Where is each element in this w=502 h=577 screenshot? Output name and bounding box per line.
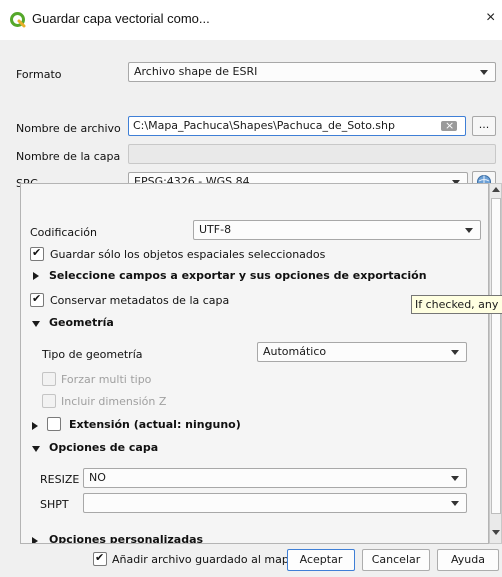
accept-button[interactable]: Aceptar [287, 549, 355, 571]
keep-metadata-checkbox[interactable] [30, 292, 44, 307]
geometry-section[interactable]: Geometría [49, 316, 114, 329]
extent-checkbox[interactable] [47, 417, 61, 431]
layer-options-section[interactable]: Opciones de capa [49, 441, 158, 454]
chevron-down-icon [465, 228, 473, 233]
geometry-type-value: Automático [263, 345, 327, 358]
browse-button[interactable]: ... [472, 116, 496, 136]
include-z-checkbox[interactable] [42, 394, 56, 408]
resize-select[interactable]: NO [83, 468, 467, 488]
shpt-label: SHPT [40, 498, 69, 511]
filename-value: C:\Mapa_Pachuca\Shapes\Pachuca_de_Soto.s… [133, 119, 395, 132]
filename-label: Nombre de archivo [16, 122, 121, 135]
scroll-up-icon[interactable] [492, 187, 500, 192]
scrollbar[interactable] [489, 183, 502, 544]
dialog-footer: Añadir archivo guardado al mapa Aceptar … [0, 544, 502, 577]
custom-options-section[interactable]: Opciones personalizadas [49, 533, 203, 543]
add-to-map-checkbox[interactable] [93, 551, 107, 566]
format-select[interactable]: Archivo shape de ESRI [128, 62, 496, 82]
force-multi-label: Forzar multi tipo [61, 373, 152, 386]
resize-label: RESIZE [40, 473, 80, 486]
encoding-value: UTF-8 [199, 223, 232, 236]
chevron-down-icon [451, 350, 459, 355]
title-bar: Guardar capa vectorial como... × [0, 0, 502, 40]
encoding-select[interactable]: UTF-8 [193, 220, 481, 240]
cancel-button[interactable]: Cancelar [362, 549, 430, 571]
close-icon[interactable]: × [486, 9, 495, 27]
force-multi-checkbox[interactable] [42, 372, 56, 386]
chevron-down-icon [451, 476, 459, 481]
shpt-select[interactable] [83, 493, 467, 513]
chevron-down-icon [451, 501, 459, 506]
clear-icon[interactable] [441, 117, 457, 135]
chevron-down-icon [480, 70, 488, 75]
keep-metadata-label: Conservar metadatos de la capa [50, 294, 230, 307]
format-label: Formato [16, 68, 62, 81]
include-z-label: Incluir dimensión Z [61, 395, 167, 408]
scrollbar-thumb[interactable] [491, 198, 501, 514]
encoding-label: Codificación [30, 226, 97, 239]
format-value: Archivo shape de ESRI [134, 65, 258, 78]
collapse-icon[interactable] [32, 446, 40, 452]
geometry-type-select[interactable]: Automático [257, 342, 467, 362]
save-selected-label: Guardar sólo los objetos espaciales sele… [50, 248, 326, 261]
add-to-map-label: Añadir archivo guardado al mapa [112, 553, 296, 566]
scroll-down-icon[interactable] [492, 530, 500, 535]
options-panel: Codificación UTF-8 Guardar sólo los obje… [20, 183, 489, 544]
expand-icon[interactable] [32, 537, 38, 543]
collapse-icon[interactable] [32, 321, 40, 327]
window-title: Guardar capa vectorial como... [32, 11, 210, 26]
qgis-logo-icon [10, 12, 26, 28]
expand-icon[interactable] [33, 272, 39, 280]
save-selected-checkbox[interactable] [30, 246, 44, 261]
geometry-type-label: Tipo de geometría [42, 348, 143, 361]
tooltip: If checked, any m [411, 295, 502, 314]
help-button[interactable]: Ayuda [437, 549, 499, 571]
expand-icon[interactable] [32, 422, 38, 430]
layername-input[interactable] [128, 144, 496, 164]
filename-input[interactable]: C:\Mapa_Pachuca\Shapes\Pachuca_de_Soto.s… [128, 116, 466, 136]
extent-section[interactable]: Extensión (actual: ninguno) [69, 418, 241, 431]
select-fields-section[interactable]: Seleccione campos a exportar y sus opcio… [49, 269, 427, 282]
resize-value: NO [89, 471, 106, 484]
layername-label: Nombre de la capa [16, 150, 121, 163]
